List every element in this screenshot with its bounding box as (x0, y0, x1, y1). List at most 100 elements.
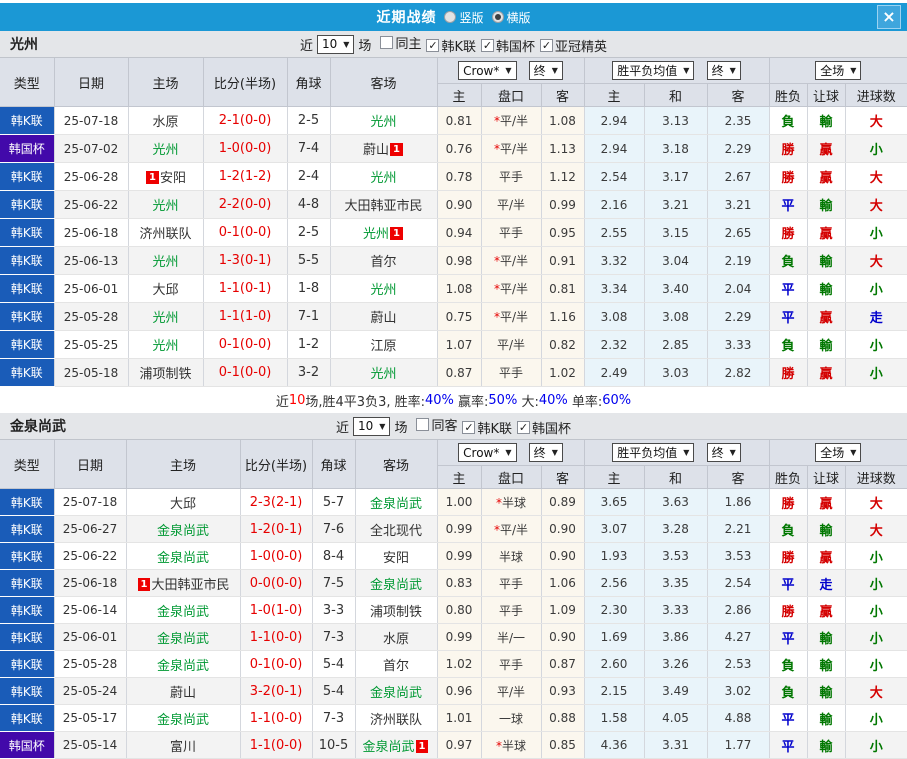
goals-result-cell: 小 (845, 731, 907, 759)
team-name: 光州 (370, 283, 397, 298)
team-name: 水原 (382, 631, 409, 647)
col-handicap: 盘口 (481, 465, 542, 489)
filter-checkbox[interactable]: 同客 (416, 415, 457, 434)
league-cell: 韩K联 (0, 330, 55, 359)
result-cell: 勝 (769, 162, 808, 191)
match-row: 韩国杯 25-05-14 富川 1-1(0-0) 10-5 金泉尚武 1 0.97 *半球 0.8… (0, 731, 907, 759)
col-result: 胜负 (769, 465, 808, 489)
checkbox-icon[interactable] (416, 418, 430, 431)
avg-home-cell: 2.16 (584, 190, 645, 219)
filter-checkbox[interactable]: 同主 (380, 33, 421, 52)
bookmaker-select[interactable]: Crow* ▼ (458, 443, 517, 463)
checkbox-icon[interactable]: ✓ (540, 39, 553, 52)
score-cell: 1-3(0-1) (203, 246, 288, 275)
col-corner: 角球 (287, 58, 331, 107)
match-row: 韩K联 25-06-27 金泉尚武 1-2(0-1) 7-6 全北现代 0.99 *平/半 0.… (0, 515, 907, 543)
col-handicap-result: 让球 (807, 83, 846, 107)
avg-draw-cell: 3.33 (644, 596, 708, 624)
layout-option-vertical[interactable]: 竖版 (444, 9, 484, 26)
date-cell: 25-05-25 (54, 330, 129, 359)
radio-icon[interactable] (444, 11, 457, 23)
handicap-result-cell: 贏 (807, 596, 846, 624)
recent-count-select[interactable]: 10 ▼ (316, 34, 355, 54)
final-avg-select[interactable]: 终 ▼ (706, 443, 741, 462)
corner-cell: 1-8 (287, 274, 331, 303)
goals-result-cell: 走 (845, 302, 907, 331)
avg-select[interactable]: 胜平负均值 ▼ (612, 443, 695, 462)
final-odds-select[interactable]: 终 ▼ (528, 442, 563, 462)
team-name: 光州 (152, 199, 179, 214)
col-away: 客场 (330, 58, 438, 107)
avg-away-cell: 2.19 (707, 246, 770, 275)
team-name: 金泉尚武 (156, 550, 209, 566)
away-odds-cell: 0.89 (541, 488, 585, 516)
team-name: 金泉尚武 (369, 685, 422, 701)
team-name: 大邱 (152, 283, 179, 298)
radio-icon[interactable] (491, 11, 504, 23)
avg-select[interactable]: 胜平负均值 ▼ (612, 61, 695, 80)
handicap-result-cell: 輸 (807, 106, 846, 135)
summary-part: 40% (538, 392, 568, 408)
filter-checkbox[interactable]: ✓ 韩国杯 (480, 36, 535, 55)
avg-home-cell: 3.08 (584, 302, 645, 331)
avg-selects: 胜平负均值 ▼ 终 ▼ (584, 440, 770, 466)
avg-away-cell: 4.27 (707, 623, 770, 651)
score-cell: 0-1(0-0) (203, 218, 288, 247)
handicap-result-cell: 輸 (807, 330, 846, 359)
checkbox-icon[interactable] (380, 36, 394, 49)
layout-option-horizontal[interactable]: 横版 (491, 9, 531, 26)
filter-label: 同主 (395, 37, 422, 52)
bookmaker-select[interactable]: Crow* ▼ (458, 61, 517, 81)
close-button[interactable]: × (877, 5, 901, 29)
filter-checkbox[interactable]: ✓ 韩K联 (462, 418, 512, 437)
badge-1: 1 (137, 577, 151, 591)
summary-part: 单率: (567, 394, 603, 410)
league-cell: 韩K联 (0, 569, 55, 597)
league-cell: 韩K联 (0, 542, 55, 570)
handicap-result-cell: 輸 (807, 731, 846, 759)
final-odds-select[interactable]: 终 ▼ (528, 60, 563, 80)
home-odds-cell: 0.87 (437, 358, 482, 387)
result-cell: 勝 (769, 134, 808, 163)
team-name: 金泉尚武 (156, 712, 209, 728)
avg-home-cell: 2.15 (584, 677, 645, 705)
col-goals: 进球数 (845, 465, 907, 489)
checkbox-icon[interactable]: ✓ (426, 39, 440, 52)
chevron-down-icon: ▼ (683, 66, 690, 75)
league-cell: 韩K联 (0, 515, 55, 543)
result-cell: 負 (769, 330, 808, 359)
filter-checkbox[interactable]: ✓ 亚冠精英 (540, 36, 607, 55)
away-odds-cell: 1.13 (541, 134, 585, 163)
checkbox-icon[interactable]: ✓ (517, 421, 530, 434)
checkbox-icon[interactable]: ✓ (462, 421, 476, 434)
result-cell: 平 (769, 623, 808, 651)
recent-count-select[interactable]: 10 ▼ (353, 416, 391, 436)
date-cell: 25-06-28 (54, 162, 129, 191)
filter-checkbox[interactable]: ✓ 韩K联 (426, 36, 476, 55)
score-cell: 1-2(0-1) (240, 515, 313, 543)
final-avg-select[interactable]: 终 ▼ (706, 61, 741, 80)
date-cell: 25-07-18 (54, 488, 127, 516)
date-cell: 25-07-18 (54, 106, 129, 135)
team-name: 首尔 (370, 255, 397, 270)
avg-draw-cell: 3.31 (644, 731, 708, 759)
match-row: 韩K联 25-06-14 金泉尚武 1-0(1-0) 3-3 浦项制铁 0.80 平手 1.09… (0, 596, 907, 624)
col-goals: 进球数 (845, 83, 907, 107)
checkbox-icon[interactable]: ✓ (480, 39, 494, 52)
away-odds-cell: 1.09 (541, 596, 585, 624)
home-team-cell: 光州 (128, 190, 204, 219)
section-bar-gimcheon: 金泉尚武 近 10 ▼ 场 同客 ✓ 韩K联 ✓ 韩国杯 (0, 413, 907, 440)
date-cell: 25-05-28 (54, 302, 129, 331)
away-team-cell: 济州联队 (355, 704, 438, 732)
home-odds-cell: 1.07 (437, 330, 482, 359)
avg-draw-cell: 3.08 (644, 302, 708, 331)
chevron-down-icon: ▼ (551, 447, 558, 457)
scope-select[interactable]: 全场 ▼ (815, 61, 862, 80)
handicap-cell: 平手 (481, 569, 542, 597)
goals-result-cell: 大 (845, 246, 907, 275)
team-name: 光州 (152, 143, 179, 158)
filter-checkbox[interactable]: ✓ 韩国杯 (517, 418, 571, 437)
result-cell: 平 (769, 731, 808, 759)
scope-select[interactable]: 全场 ▼ (815, 443, 862, 462)
away-team-cell: 金泉尚武 (355, 569, 438, 597)
